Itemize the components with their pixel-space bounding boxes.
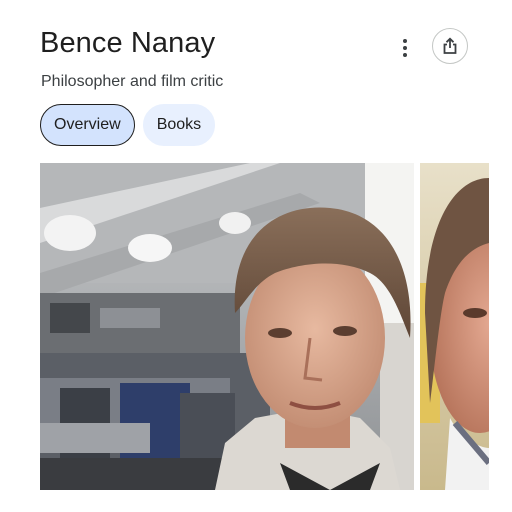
tab-overview[interactable]: Overview xyxy=(40,104,135,146)
more-vert-icon xyxy=(403,39,407,43)
more-vert-icon-dot xyxy=(403,46,407,50)
share-button[interactable] xyxy=(432,28,468,64)
page-title: Bence Nanay xyxy=(40,27,216,59)
tab-bar: Overview Books xyxy=(40,104,216,146)
photo-1[interactable] xyxy=(40,163,414,490)
more-options-button[interactable] xyxy=(393,33,417,63)
photo-2[interactable] xyxy=(420,163,489,490)
share-icon xyxy=(443,37,457,54)
page-subtitle: Philosopher and film critic xyxy=(41,73,224,90)
tab-books[interactable]: Books xyxy=(142,104,216,146)
more-vert-icon-dot xyxy=(403,53,407,57)
